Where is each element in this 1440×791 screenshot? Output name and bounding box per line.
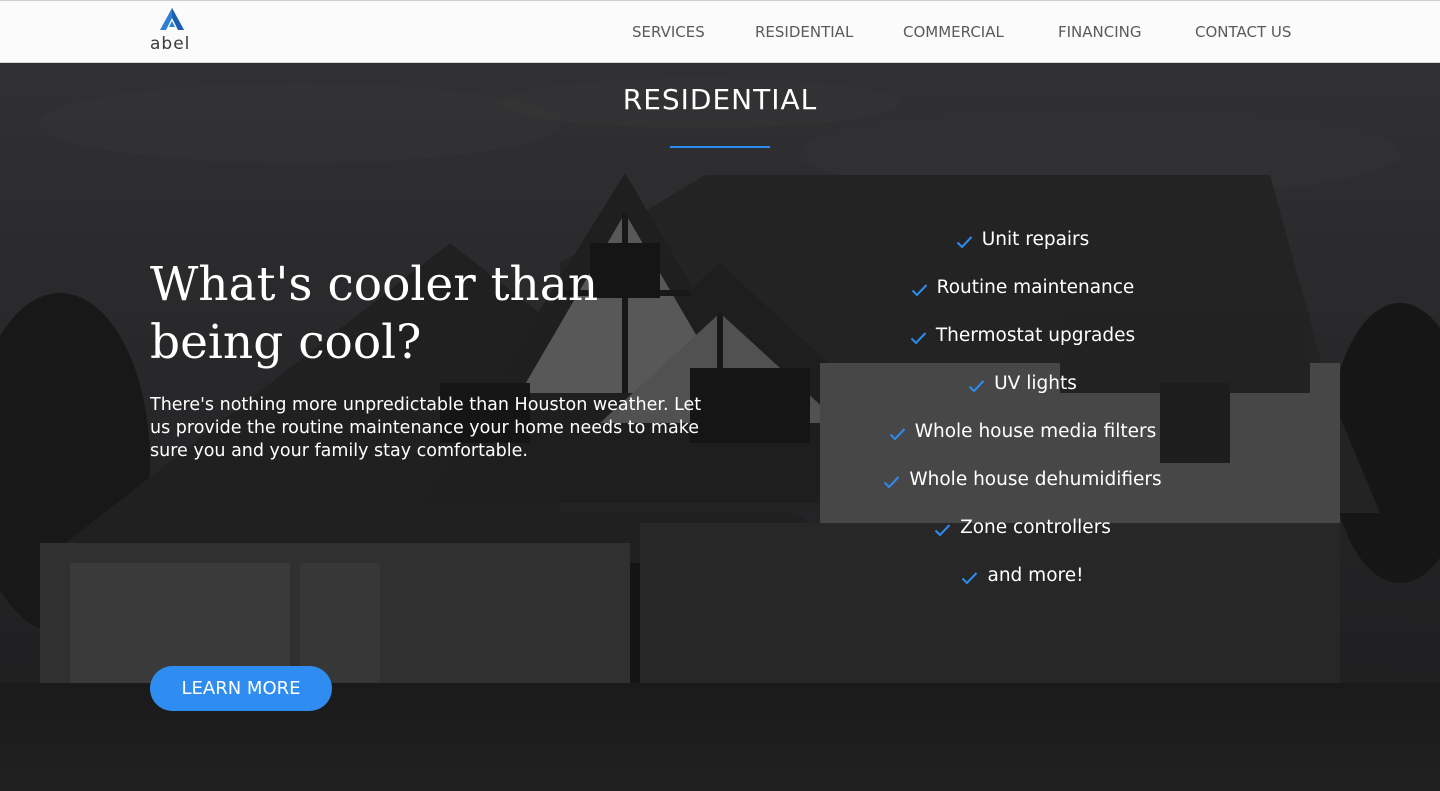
nav-item-residential[interactable]: RESIDENTIAL	[755, 23, 853, 41]
checkmark-icon	[911, 284, 927, 297]
learn-more-button[interactable]: LEARN MORE	[150, 666, 332, 711]
checkmark-icon	[889, 428, 905, 441]
checkmark-icon	[962, 572, 978, 585]
nav-item-services[interactable]: SERVICES	[632, 23, 705, 41]
site-header: abel SERVICES RESIDENTIAL COMMERCIAL FIN…	[0, 0, 1440, 63]
checkmark-icon	[968, 380, 985, 393]
nav-item-contact-us[interactable]: CONTACT US	[1195, 23, 1291, 41]
title-underline	[670, 146, 770, 148]
feature-label: Routine maintenance	[936, 276, 1135, 298]
hero-section: RESIDENTIAL What's cooler than being coo…	[0, 63, 1440, 791]
feature-list: Unit repairs Routine maintenance Thermos…	[800, 215, 1245, 599]
nav-item-financing[interactable]: FINANCING	[1058, 23, 1142, 41]
feature-label: and more!	[987, 564, 1084, 586]
feature-item: Thermostat upgrades	[800, 311, 1245, 359]
feature-label: Zone controllers	[960, 516, 1111, 538]
feature-label: UV lights	[994, 372, 1077, 394]
feature-item: UV lights	[800, 359, 1245, 407]
feature-item: Routine maintenance	[800, 263, 1245, 311]
checkmark-icon	[934, 524, 951, 537]
main-nav: SERVICES RESIDENTIAL COMMERCIAL FINANCIN…	[0, 23, 1440, 45]
nav-item-commercial[interactable]: COMMERCIAL	[903, 23, 1004, 41]
feature-item: Whole house dehumidifiers	[800, 455, 1245, 503]
checkmark-icon	[956, 236, 972, 249]
feature-item: Whole house media filters	[800, 407, 1245, 455]
hero-headline: What's cooler than being cool?	[150, 257, 599, 370]
feature-label: Unit repairs	[981, 228, 1090, 250]
checkmark-icon	[910, 332, 927, 345]
feature-label: Whole house media filters	[914, 420, 1157, 442]
section-title: RESIDENTIAL	[622, 83, 818, 116]
checkmark-icon	[884, 476, 900, 489]
feature-item: and more!	[800, 551, 1245, 599]
hero-description: There's nothing more unpredictable than …	[150, 395, 702, 461]
feature-label: Thermostat upgrades	[935, 324, 1136, 346]
feature-item: Zone controllers	[800, 503, 1245, 551]
feature-label: Whole house dehumidifiers	[909, 468, 1162, 490]
feature-item: Unit repairs	[800, 215, 1245, 263]
